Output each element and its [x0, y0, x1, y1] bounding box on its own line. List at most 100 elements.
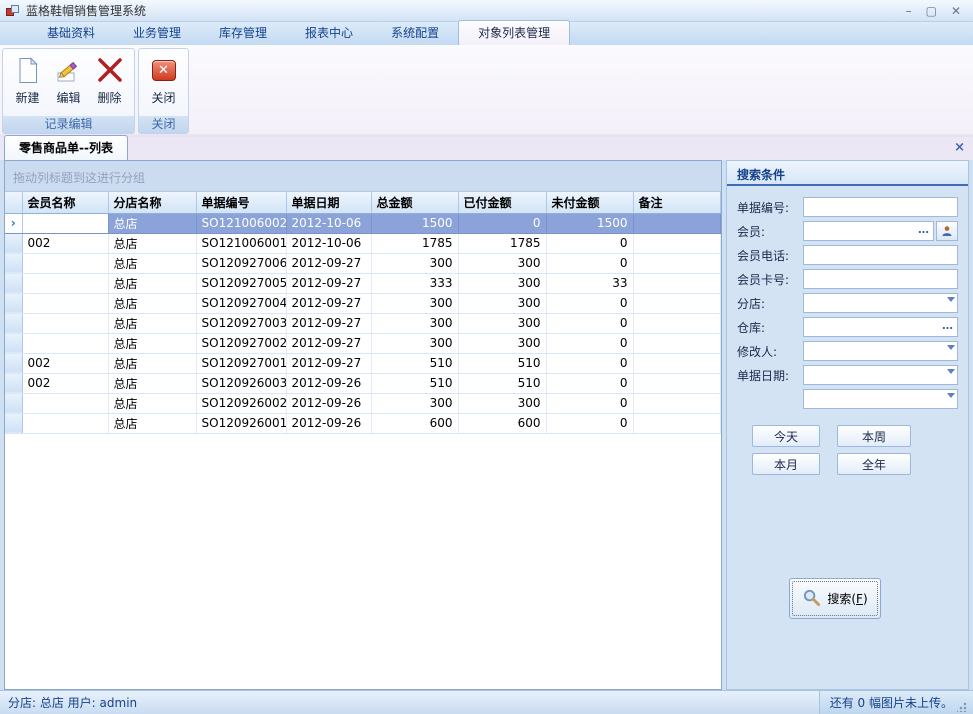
- grid-empty-area: [5, 434, 721, 690]
- menu-tab-对象列表管理[interactable]: 对象列表管理: [458, 20, 570, 45]
- chevron-down-icon[interactable]: [947, 369, 955, 374]
- cell-date: 2012-09-27: [286, 313, 371, 333]
- search-input-分店[interactable]: [803, 293, 958, 313]
- cell-paid: 300: [458, 253, 546, 273]
- ribbon-button-label: 关闭: [151, 89, 175, 106]
- member-picker-button[interactable]: [936, 221, 958, 241]
- cell-date: 2012-09-26: [286, 373, 371, 393]
- cell-unpaid: 0: [546, 373, 633, 393]
- search-field-label: 单据日期:: [737, 367, 803, 384]
- ribbon-button-新建[interactable]: 新建: [7, 51, 48, 116]
- search-field-label: 会员卡号:: [737, 271, 803, 288]
- column-header-分店名称[interactable]: 分店名称: [108, 192, 196, 213]
- table-row[interactable]: 总店SO1209270052012-09-2733330033: [5, 273, 721, 293]
- quick-button-全年[interactable]: 全年: [837, 453, 911, 475]
- cell-note: [633, 213, 721, 233]
- tab-close-icon[interactable]: ×: [954, 140, 965, 155]
- cell-member: 002: [22, 373, 108, 393]
- ribbon-button-删除[interactable]: 删除: [89, 51, 130, 116]
- chevron-down-icon[interactable]: [947, 345, 955, 350]
- cell-total: 1500: [371, 213, 458, 233]
- search-field-label: 单据编号:: [737, 199, 803, 216]
- cell-store: 总店: [108, 213, 196, 233]
- cell-member: 002: [22, 233, 108, 253]
- table-row[interactable]: 总店SO1209270042012-09-273003000: [5, 293, 721, 313]
- table-row[interactable]: 002总店SO1210060012012-10-06178517850: [5, 233, 721, 253]
- row-indicator-cell: [5, 333, 22, 353]
- table-row[interactable]: 总店SO1209270032012-09-273003000: [5, 313, 721, 333]
- cell-order: SO120926003: [196, 373, 286, 393]
- cell-total: 300: [371, 313, 458, 333]
- cell-order: SO120927005: [196, 273, 286, 293]
- menu-tab-报表中心[interactable]: 报表中心: [286, 21, 372, 45]
- row-indicator-cell: [5, 313, 22, 333]
- cell-unpaid: 0: [546, 253, 633, 273]
- app-icon: [6, 5, 20, 17]
- quick-button-本月[interactable]: 本月: [752, 453, 820, 475]
- search-input-会员卡号[interactable]: [803, 269, 958, 289]
- quick-button-今天[interactable]: 今天: [752, 425, 820, 447]
- search-button[interactable]: 搜索(F): [789, 578, 881, 619]
- cell-store: 总店: [108, 333, 196, 353]
- cell-member: [22, 333, 108, 353]
- column-header-已付金额[interactable]: 已付金额: [458, 192, 546, 213]
- cell-store: 总店: [108, 313, 196, 333]
- menu-tab-业务管理[interactable]: 业务管理: [114, 21, 200, 45]
- ribbon-button-关闭[interactable]: ✕关闭: [143, 51, 184, 116]
- column-header-未付金额[interactable]: 未付金额: [546, 192, 633, 213]
- cell-note: [633, 293, 721, 313]
- ribbon-button-编辑[interactable]: 编辑: [48, 51, 89, 116]
- resize-grip-icon[interactable]: [957, 702, 967, 712]
- cell-unpaid: 0: [546, 233, 633, 253]
- search-input-修改人[interactable]: [803, 341, 958, 361]
- tab-retail-order-list[interactable]: 零售商品单--列表: [4, 135, 128, 160]
- table-row[interactable]: 002总店SO1209260032012-09-265105100: [5, 373, 721, 393]
- cell-paid: 510: [458, 373, 546, 393]
- table-row[interactable]: 总店SO1209260022012-09-263003000: [5, 393, 721, 413]
- column-header-总金额[interactable]: 总金额: [371, 192, 458, 213]
- menu-tab-基础资料[interactable]: 基础资料: [28, 21, 114, 45]
- ellipsis-button[interactable]: …: [918, 223, 930, 236]
- search-input-会员电话[interactable]: [803, 245, 958, 265]
- search-input-会员[interactable]: [803, 221, 934, 241]
- cell-unpaid: 0: [546, 353, 633, 373]
- table-row[interactable]: 总店SO1209270062012-09-273003000: [5, 253, 721, 273]
- search-input-单据编号[interactable]: [803, 197, 958, 217]
- table-row[interactable]: 总店SO1209260012012-09-266006000: [5, 413, 721, 433]
- cell-unpaid: 0: [546, 333, 633, 353]
- cell-store: 总店: [108, 413, 196, 433]
- cell-note: [633, 273, 721, 293]
- close-button[interactable]: ✕: [951, 4, 961, 18]
- menu-tab-系统配置[interactable]: 系统配置: [372, 21, 458, 45]
- chevron-down-icon[interactable]: [947, 297, 955, 302]
- ribbon-group-记录编辑: 新建编辑删除记录编辑: [2, 48, 135, 134]
- maximize-button[interactable]: ▢: [926, 4, 937, 18]
- ribbon-button-label: 新建: [15, 89, 39, 106]
- cell-note: [633, 353, 721, 373]
- cell-order: SO120927002: [196, 333, 286, 353]
- minimize-button[interactable]: –: [906, 4, 912, 18]
- group-by-bar[interactable]: 拖动列标题到这进行分组: [5, 161, 721, 192]
- search-input-单据日期[interactable]: [803, 365, 958, 385]
- cell-store: 总店: [108, 353, 196, 373]
- cell-date: 2012-09-27: [286, 333, 371, 353]
- cell-note: [633, 413, 721, 433]
- row-indicator-cell: [5, 273, 22, 293]
- quick-button-本周[interactable]: 本周: [837, 425, 911, 447]
- table-row[interactable]: 002总店SO1209270012012-09-275105100: [5, 353, 721, 373]
- row-indicator-cell: [5, 393, 22, 413]
- column-header-单据编号[interactable]: 单据编号: [196, 192, 286, 213]
- search-input-date2[interactable]: [803, 389, 958, 409]
- column-header-会员名称[interactable]: 会员名称: [22, 192, 108, 213]
- menu-tab-库存管理[interactable]: 库存管理: [200, 21, 286, 45]
- chevron-down-icon[interactable]: [947, 393, 955, 398]
- table-row[interactable]: 总店SO1209270022012-09-273003000: [5, 333, 721, 353]
- column-header-备注[interactable]: 备注: [633, 192, 721, 213]
- table-row[interactable]: ›总店SO1210060022012-10-06150001500: [5, 213, 721, 233]
- column-header-单据日期[interactable]: 单据日期: [286, 192, 371, 213]
- ellipsis-button[interactable]: …: [942, 319, 954, 332]
- search-field-label: 会员电话:: [737, 247, 803, 264]
- cell-total: 300: [371, 393, 458, 413]
- search-input-仓库[interactable]: [803, 317, 958, 337]
- cell-date: 2012-10-06: [286, 233, 371, 253]
